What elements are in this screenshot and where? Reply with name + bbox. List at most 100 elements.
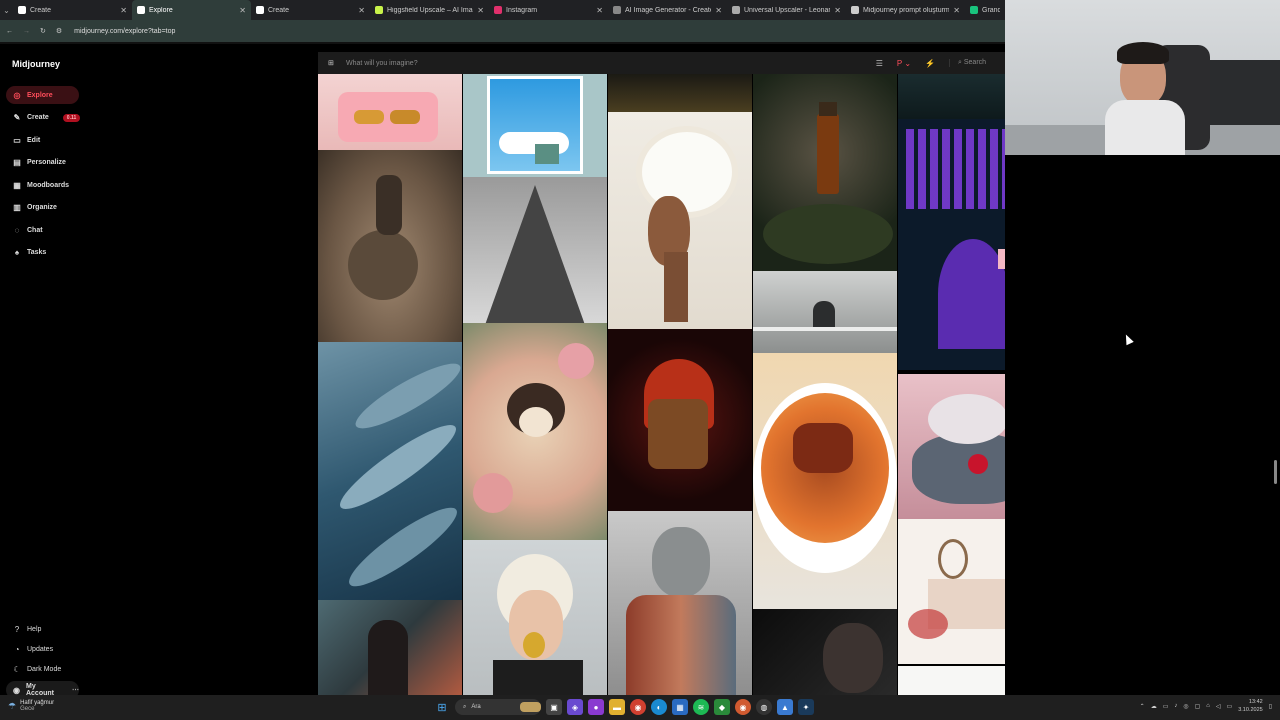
sidebar-item-updates[interactable]: ◔ Updates <box>6 640 126 658</box>
spotify-icon[interactable]: ≋ <box>693 699 709 715</box>
volume-icon[interactable]: ◁ <box>1216 703 1221 710</box>
windows-start-icon[interactable]: ⊞ <box>434 699 450 715</box>
onedrive-icon[interactable]: ☁ <box>1151 703 1157 710</box>
taskbar-search[interactable]: ⌕ Ara <box>455 699 541 715</box>
image-tile-curry-bowl[interactable] <box>753 353 897 609</box>
image-tile-alien-warrior[interactable] <box>608 511 752 695</box>
tab-close-icon[interactable]: ✕ <box>596 6 603 15</box>
notification-icon[interactable]: ▯ <box>1269 703 1272 710</box>
browser-tab[interactable]: Instagram ✕ <box>489 0 608 20</box>
edge-icon[interactable]: ◐ <box>651 699 667 715</box>
image-tile-teal-top[interactable] <box>898 74 1005 119</box>
personalize-toggle-icon[interactable]: P ⌄ <box>897 59 911 68</box>
browser-tab[interactable]: Create ✕ <box>13 0 132 20</box>
tab-close-icon[interactable]: ✕ <box>953 6 960 15</box>
image-tile-office-desk[interactable] <box>753 271 897 353</box>
sidebar-item-organize[interactable]: ▥ Organize <box>6 199 126 217</box>
mic-icon[interactable]: ♪ <box>1174 703 1177 709</box>
tab-list-icon[interactable]: ⌄ <box>0 0 13 20</box>
tab-close-icon[interactable]: ✕ <box>120 6 127 15</box>
sidebar-item-tasks[interactable]: ♠ Tasks <box>6 244 126 262</box>
image-tile-lifeguard-hut[interactable] <box>463 74 607 177</box>
account-icon: ◉ <box>13 685 20 695</box>
app-icon-green[interactable]: ◆ <box>714 699 730 715</box>
browser-tab[interactable]: Higgsfield Upscale – AI Image ✕ <box>370 0 489 20</box>
display-icon[interactable]: ▢ <box>1195 703 1201 710</box>
image-add-icon[interactable]: ⊞ <box>328 59 340 67</box>
weather-widget[interactable]: ☂ Hafif yağmur Gece <box>8 700 54 712</box>
steam-icon[interactable]: ✦ <box>798 699 814 715</box>
brand-logo[interactable]: Midjourney <box>12 59 60 69</box>
tab-favicon-icon <box>375 6 383 14</box>
explore-image-grid <box>318 44 1005 695</box>
store-icon[interactable]: ▦ <box>672 699 688 715</box>
tab-close-icon[interactable]: ✕ <box>477 6 484 15</box>
sidebar-item-explore[interactable]: ◎ Explore <box>6 86 79 104</box>
image-tile-dolphins[interactable] <box>318 342 462 600</box>
tray-app-icon-2[interactable]: ◎ <box>1183 703 1188 710</box>
sidebar-item-label: Organize <box>27 204 57 211</box>
forward-icon[interactable]: → <box>23 28 30 35</box>
image-tile-vanity[interactable] <box>898 519 1005 664</box>
browser-tab[interactable]: Explore ✕ <box>132 0 251 20</box>
back-icon[interactable]: ← <box>6 28 13 35</box>
speed-icon[interactable]: ⚡ <box>925 59 935 68</box>
image-tile-flower-woman[interactable] <box>608 112 752 329</box>
image-tile-tower[interactable] <box>463 177 607 323</box>
taskbar-search-label: Ara <box>471 704 481 710</box>
tab-close-icon[interactable]: ✕ <box>834 6 841 15</box>
sidebar-item-help[interactable]: ? Help <box>6 620 126 638</box>
sidebar-item-personalize[interactable]: ▤ Personalize <box>6 154 126 172</box>
sidebar-item-moodboards[interactable]: ▦ Moodboards <box>6 176 126 194</box>
image-tile-spartan-helmet[interactable] <box>608 329 752 511</box>
image-tile-bento[interactable] <box>318 74 462 150</box>
github-icon[interactable]: ◍ <box>756 699 772 715</box>
tab-close-icon[interactable]: ✕ <box>239 6 246 15</box>
personalize-icon: ▤ <box>13 158 21 167</box>
browser-tab[interactable]: Midjourney prompt oluşturma ✕ <box>846 0 965 20</box>
reload-icon[interactable]: ↻ <box>40 27 46 35</box>
search-input[interactable]: ⌕ Search <box>949 59 1005 67</box>
tab-close-icon[interactable]: ✕ <box>358 6 365 15</box>
image-tile-dark-portrait[interactable] <box>753 609 897 695</box>
image-tile-sketch[interactable] <box>898 666 1005 695</box>
image-tile-woman-city[interactable] <box>318 600 462 695</box>
chrome-active-icon[interactable]: ◉ <box>735 699 751 715</box>
sidebar-item-create[interactable]: ✎ Create 0.11 <box>6 109 126 127</box>
sidebar-item-dark-mode[interactable]: ☾ Dark Mode <box>6 660 126 678</box>
browser-tab[interactable]: AI Image Generator - Create A ✕ <box>608 0 727 20</box>
url-field[interactable]: midjourney.com/explore?tab=top <box>74 28 175 35</box>
scrollbar-thumb[interactable] <box>1274 460 1277 484</box>
site-info-icon[interactable]: ⚙ <box>56 27 62 35</box>
tray-chevron-icon[interactable]: ⌃ <box>1140 703 1145 710</box>
image-tile-poodle[interactable] <box>318 150 462 342</box>
image-tile-coral[interactable] <box>898 374 1005 519</box>
chrome-icon[interactable]: ◉ <box>630 699 646 715</box>
browser-tab[interactable]: Create ✕ <box>251 0 370 20</box>
image-tile-blonde-pear[interactable] <box>463 540 607 695</box>
copilot-icon[interactable]: ◈ <box>567 699 583 715</box>
browser-tab[interactable]: Grand <box>965 0 1005 20</box>
sidebar-item-edit[interactable]: ▭ Edit <box>6 131 126 149</box>
sidebar-item-label: Chat <box>27 226 43 234</box>
file-explorer-icon[interactable]: ▬ <box>609 699 625 715</box>
more-icon[interactable]: ⋯ <box>72 686 79 694</box>
image-tile-purple-poster[interactable] <box>898 119 1005 370</box>
battery-icon[interactable]: ▭ <box>1227 703 1233 710</box>
image-tile-dark-top[interactable] <box>608 74 752 112</box>
app-icon-purple[interactable]: ● <box>588 699 604 715</box>
prompt-input[interactable]: What will you imagine? <box>346 60 876 67</box>
image-tile-perfume-bottle[interactable] <box>753 74 897 271</box>
sidebar-item-chat[interactable]: ◌ Chat <box>6 221 126 239</box>
app-icon-blue[interactable]: ▲ <box>777 699 793 715</box>
tray-app-icon[interactable]: ▭ <box>1163 703 1169 710</box>
settings-sliders-icon[interactable]: ☰ <box>876 59 883 68</box>
browser-tab[interactable]: Universal Upscaler - Leonardo. ✕ <box>727 0 846 20</box>
image-tile-puppy-flowers[interactable] <box>463 323 607 540</box>
clock[interactable]: 13:42 3.10.2025 <box>1238 698 1262 714</box>
network-icon[interactable]: ⌂ <box>1206 703 1210 709</box>
tab-close-icon[interactable]: ✕ <box>715 6 722 15</box>
compass-icon: ◎ <box>13 90 21 100</box>
clock-date: 3.10.2025 <box>1238 707 1263 713</box>
task-view-icon[interactable]: ▣ <box>546 699 562 715</box>
